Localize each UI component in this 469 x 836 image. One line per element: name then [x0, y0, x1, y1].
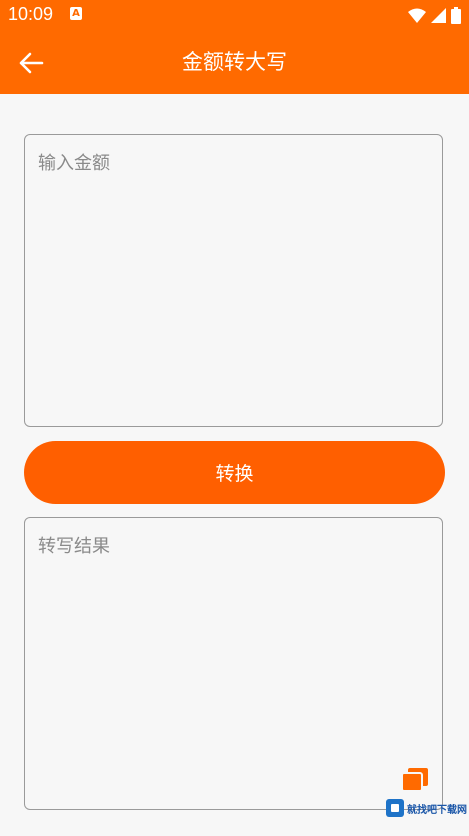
signal-icon — [431, 7, 446, 23]
amount-input[interactable] — [24, 134, 443, 427]
wifi-icon — [408, 8, 426, 23]
back-button[interactable] — [14, 46, 48, 80]
convert-button[interactable]: 转换 — [24, 441, 445, 504]
arrow-left-icon — [19, 52, 44, 74]
status-bar: 10:09 A — [0, 0, 469, 30]
watermark: 就找吧下载网 — [386, 794, 467, 822]
copy-icon — [401, 768, 428, 792]
status-time: 10:09 — [8, 4, 54, 24]
battery-icon — [451, 6, 461, 24]
result-output[interactable] — [24, 517, 443, 810]
watermark-text: 就找吧下载网 — [407, 804, 467, 816]
status-icons — [408, 6, 461, 24]
page-title: 金额转大写 — [182, 50, 287, 74]
watermark-logo-icon — [386, 799, 404, 817]
notification-icon: A — [70, 7, 82, 20]
copy-button[interactable] — [400, 766, 430, 792]
app-bar: 金额转大写 — [0, 30, 469, 94]
